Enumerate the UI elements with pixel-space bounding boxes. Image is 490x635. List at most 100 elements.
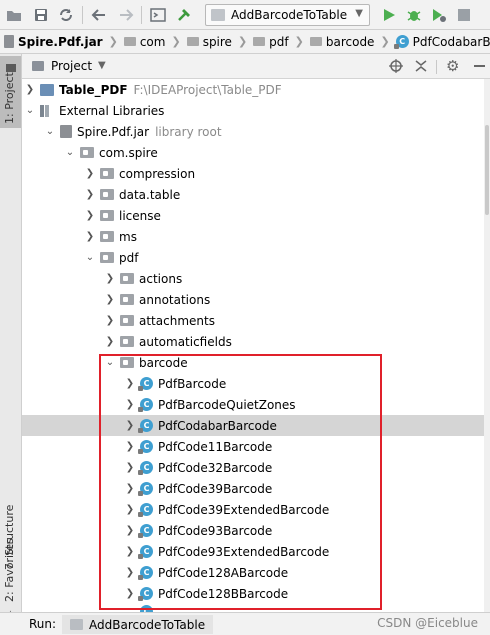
panel-title[interactable]: Project [51,59,92,73]
chevron-right-icon[interactable]: ❯ [84,231,96,243]
hide-panel-icon[interactable] [474,65,485,67]
breadcrumb-jar[interactable]: Spire.Pdf.jar ❯ [4,35,118,49]
chevron-right-icon[interactable]: ❯ [124,504,136,516]
tree-row-package[interactable]: ❯ ms [22,226,490,247]
tree-row-project-root[interactable]: ❯ Table_PDF F:\IDEAProject\Table_PDF [22,79,490,100]
tree-row-class[interactable]: ❯ C PdfCode93Barcode [22,520,490,541]
chevron-right-icon[interactable]: ❯ [124,378,136,390]
tree-item-label: Spire.Pdf.jar [77,124,150,139]
chevron-right-icon[interactable]: ❯ [104,294,116,306]
tree-row-class[interactable]: ❯ C PdfCode128ABarcode [22,562,490,583]
coverage-icon[interactable] [429,5,449,25]
chevron-down-icon[interactable]: ⌄ [24,105,36,117]
breadcrumb-label: PdfCodabarBarco [412,34,490,49]
gear-icon[interactable]: ⚙ [446,57,459,75]
chevron-down-icon: ▼ [355,8,363,19]
tree-row-package[interactable]: ❯ license [22,205,490,226]
tree-row-package-barcode[interactable]: ⌄ barcode [22,352,490,373]
tree-row-class[interactable]: ❯ C PdfCode39ExtendedBarcode [22,499,490,520]
breadcrumb-class[interactable]: C PdfCodabarBarco [393,34,490,49]
chevron-down-icon[interactable]: ⌄ [84,252,96,264]
back-arrow-icon[interactable] [89,5,109,25]
package-folder-icon [120,294,134,305]
chevron-right-icon[interactable]: ❯ [124,441,136,453]
run-icon[interactable] [379,5,399,25]
tree-row-class-selected[interactable]: ❯ C PdfCodabarBarcode [22,415,490,436]
tree-row-class[interactable]: ❯ C PdfCode11Barcode [22,436,490,457]
chevron-right-icon[interactable]: ❯ [104,273,116,285]
tree-item-label: PdfCode93ExtendedBarcode [158,544,330,559]
forward-arrow-icon[interactable] [116,5,136,25]
chevron-right-icon[interactable]: ❯ [84,210,96,222]
chevron-right-icon[interactable]: ❯ [84,189,96,201]
stop-icon[interactable] [454,5,474,25]
tree-row-package[interactable]: ❯ automaticfields [22,331,490,352]
class-icon: C [138,503,153,517]
open-folder-icon[interactable] [4,5,24,25]
breadcrumb-separator-icon: ❯ [380,35,390,48]
tree-row-external-libraries[interactable]: ⌄ External Libraries [22,100,490,121]
package-folder-icon [120,315,134,326]
tree-row-class[interactable]: ❯ C PdfCode93ExtendedBarcode [22,541,490,562]
chevron-right-icon[interactable]: ❯ [104,336,116,348]
tree-row-package[interactable]: ❯ attachments [22,310,490,331]
class-icon: C [140,605,153,612]
tree-row-package[interactable]: ❯ data.table [22,184,490,205]
library-icon [40,104,54,117]
tree-row-class[interactable]: ❯ C PdfCode128BBarcode [22,583,490,604]
build-hammer-icon[interactable] [174,5,194,25]
run-tab[interactable]: AddBarcodeToTable [62,615,214,634]
debug-icon[interactable] [404,5,424,25]
tree-row-jar[interactable]: ⌄ Spire.Pdf.jar library root [22,121,490,142]
chevron-right-icon[interactable]: ❯ [124,483,136,495]
run-config-icon [70,619,83,630]
project-panel-header: Project ▼ ⚙ [22,54,490,79]
chevron-right-icon[interactable]: ❯ [104,315,116,327]
tree-row-package-pdf[interactable]: ⌄ pdf [22,247,490,268]
package-folder-icon [120,357,134,368]
tree-row-package[interactable]: ❯ actions [22,268,490,289]
tree-row-class[interactable]: ❯ C PdfBarcodeQuietZones [22,394,490,415]
locate-target-icon[interactable] [388,58,404,77]
project-view-icon [32,61,44,71]
chevron-right-icon[interactable]: ❯ [124,462,136,474]
chevron-right-icon[interactable]: ❯ [124,588,136,600]
chevron-down-icon[interactable]: ⌄ [64,147,76,159]
chevron-down-icon[interactable]: ⌄ [44,126,56,138]
collapse-expand-icon[interactable] [414,58,428,77]
tree-row-package[interactable]: ❯ compression [22,163,490,184]
tree-row-package[interactable]: ⌄ com.spire [22,142,490,163]
tree-row-package[interactable]: ❯ annotations [22,289,490,310]
breadcrumb-pdf[interactable]: pdf ❯ [253,35,304,49]
chevron-right-icon[interactable]: ❯ [24,84,36,96]
breadcrumb-com[interactable]: com ❯ [123,35,181,49]
sync-icon[interactable] [56,5,76,25]
run-config-icon [211,9,225,21]
class-icon: C [138,587,153,601]
tree-item-label: Table_PDF [59,82,128,97]
chevron-right-icon[interactable]: ❯ [124,546,136,558]
tree-row-class[interactable]: ❯ C PdfBarcode [22,373,490,394]
chevron-right-icon[interactable]: ❯ [124,420,136,432]
run-configuration-dropdown[interactable]: AddBarcodeToTable ▼ [205,4,370,26]
chevron-down-icon[interactable]: ⌄ [104,357,116,369]
chevron-right-icon[interactable]: ❯ [84,168,96,180]
tree-item-label: PdfCode128BBarcode [158,586,289,601]
tree-scrollbar-thumb[interactable] [485,125,489,215]
chevron-right-icon[interactable]: ❯ [124,525,136,537]
tree-row-class[interactable]: ❯ C PdfCode39Barcode [22,478,490,499]
tree-item-label: PdfCodabarBarcode [158,418,277,433]
view-dropdown-chevron-icon[interactable]: ▼ [98,60,106,71]
navigation-breadcrumb: Spire.Pdf.jar ❯ com ❯ spire ❯ pdf ❯ barc… [0,30,490,54]
tree-item-label: barcode [139,355,188,370]
tree-row-class[interactable]: ❯ C PdfCode32Barcode [22,457,490,478]
class-icon: C [138,545,153,559]
chevron-right-icon[interactable]: ❯ [124,567,136,579]
package-folder-icon [100,252,114,263]
chevron-right-icon[interactable]: ❯ [124,399,136,411]
terminal-icon[interactable] [148,5,168,25]
breadcrumb-spire[interactable]: spire ❯ [186,35,247,49]
breadcrumb-barcode[interactable]: barcode ❯ [309,35,390,49]
tree-item-label: actions [139,271,183,286]
save-icon[interactable] [31,5,51,25]
